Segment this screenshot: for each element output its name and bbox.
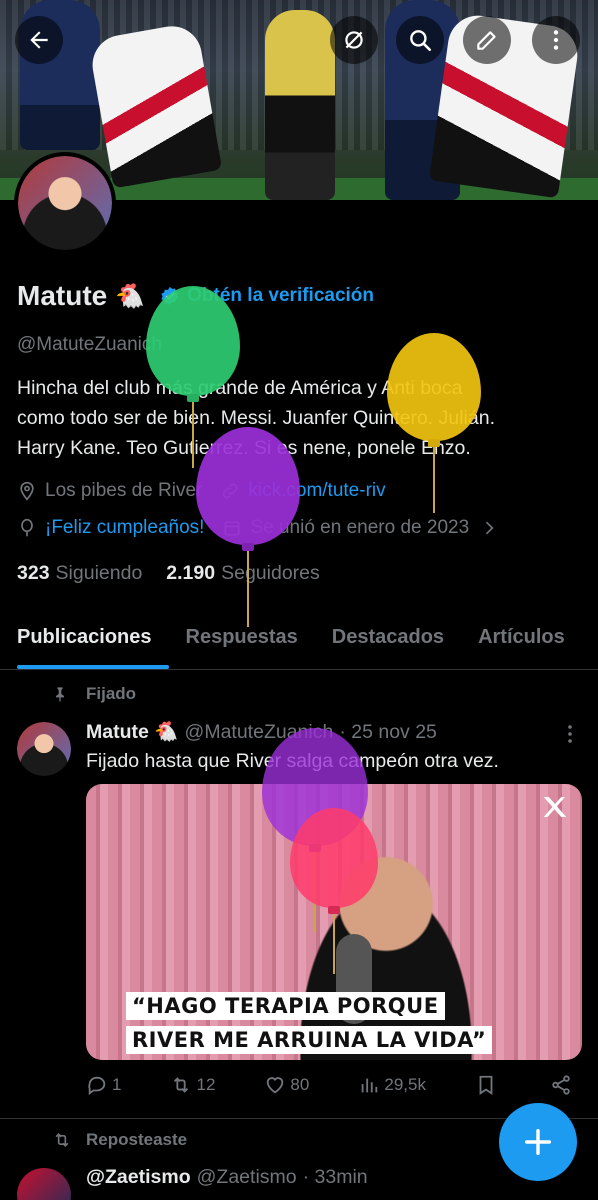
balloon-string <box>247 551 249 627</box>
tab-destacados[interactable]: Destacados <box>315 610 461 669</box>
balloon-knot <box>242 543 254 551</box>
balloon-string <box>433 447 435 513</box>
post-author-handle[interactable]: @Zaetismo <box>197 1166 297 1189</box>
repost-icon <box>174 1077 189 1093</box>
profile-handle: @MatuteZuanich <box>17 334 162 355</box>
balloon-knot <box>187 394 199 402</box>
bookmark-button[interactable] <box>475 1074 501 1096</box>
share-button[interactable] <box>550 1074 576 1096</box>
post-author-avatar[interactable] <box>17 1168 71 1200</box>
search-button[interactable] <box>396 16 444 64</box>
profile-name: Matute <box>17 280 108 311</box>
balloon-knot <box>328 906 340 914</box>
tab-articulos[interactable]: Artículos <box>461 610 582 669</box>
reply-button[interactable]: 1 <box>86 1074 121 1096</box>
balloon-string <box>192 402 194 468</box>
more-button[interactable] <box>532 16 580 64</box>
post-more-icon[interactable] <box>560 722 580 746</box>
post-actions: 1 12 80 29,5k <box>86 1074 576 1096</box>
balloon-knot <box>428 439 440 447</box>
tab-publicaciones[interactable]: Publicaciones <box>0 610 169 669</box>
pin-icon <box>56 687 64 702</box>
pinned-indicator: Fijado <box>52 684 136 704</box>
post-author-name[interactable]: @Zaetismo <box>86 1166 191 1189</box>
balloon-body <box>146 286 240 396</box>
bookmark-icon <box>479 1075 493 1095</box>
avatar-image <box>18 156 112 250</box>
balloon-icon <box>21 518 33 537</box>
media-caption-line2: RIVER ME ARRUINA LA VIDA” <box>126 1026 493 1054</box>
repost-label: Reposteaste <box>86 1130 188 1149</box>
search-icon <box>410 30 432 52</box>
reply-count: 1 <box>112 1075 122 1094</box>
balloon-body <box>387 333 481 441</box>
edit-button[interactable] <box>463 16 511 64</box>
following-label[interactable]: Siguiendo <box>56 562 143 585</box>
avatar-image <box>17 722 71 776</box>
following-count[interactable]: 323 <box>17 562 50 585</box>
media-caption-line1: “HAGO TERAPIA PORQUE <box>126 992 445 1020</box>
repost-count: 12 <box>196 1075 216 1094</box>
repost-indicator: Reposteaste <box>52 1130 187 1150</box>
post-header: Matute 🐔 @MatuteZuanich · 25 nov 25 <box>86 720 437 744</box>
post-author-name[interactable]: Matute 🐔 <box>86 720 179 744</box>
views-button[interactable]: 29,5k <box>358 1074 426 1096</box>
profile-tabs: Publicaciones Respuestas Destacados Artí… <box>0 610 598 670</box>
profile-avatar[interactable] <box>14 152 116 254</box>
pinned-label: Fijado <box>86 684 137 703</box>
location-text: Los pibes de River <box>45 480 203 501</box>
birthday[interactable]: ¡Feliz cumpleaños! <box>17 517 204 539</box>
birthday-text[interactable]: ¡Feliz cumpleaños! <box>45 517 204 539</box>
chevron-right-icon <box>486 521 494 535</box>
name-emoji: 🐔 <box>115 282 146 310</box>
views-bar-chart-icon <box>362 1078 378 1093</box>
views-count: 29,5k <box>384 1075 426 1094</box>
like-button[interactable]: 80 <box>264 1074 309 1096</box>
post-time: · 33min <box>302 1166 368 1188</box>
repost-icon <box>55 1132 69 1148</box>
bio-line: como todo ser de bien. Messi. Juanfer Qu… <box>17 407 495 429</box>
tab-respuestas[interactable]: Respuestas <box>169 610 315 669</box>
location-pin-icon <box>20 481 34 501</box>
sync-off-button[interactable] <box>330 16 378 64</box>
followers-label[interactable]: Seguidores <box>221 562 320 585</box>
balloon-body <box>290 808 378 908</box>
repost-button[interactable]: 12 <box>170 1074 215 1096</box>
post-date: · 25 nov 25 <box>339 720 437 743</box>
reply-icon <box>88 1076 106 1096</box>
balloon-string <box>333 914 335 974</box>
bio-line: Harry Kane. Teo Gutierrez. Si es nene, p… <box>17 437 471 459</box>
post-header: @Zaetismo @Zaetismo · 33min <box>86 1166 368 1189</box>
more-vertical-icon <box>553 30 559 50</box>
back-button[interactable] <box>15 16 63 64</box>
followers-count[interactable]: 2.190 <box>166 562 215 585</box>
arrow-left-icon <box>30 31 48 49</box>
post-author-avatar[interactable] <box>17 722 71 776</box>
compose-post-button[interactable] <box>499 1103 577 1181</box>
edit-icon <box>477 31 496 50</box>
banner-referee <box>265 10 335 200</box>
share-icon <box>552 1075 570 1095</box>
location: Los pibes de River <box>17 480 202 502</box>
plus-icon <box>524 1128 552 1156</box>
bio-line: Hincha del club más grande de América y … <box>17 377 463 399</box>
sync-off-icon <box>345 31 363 49</box>
like-count: 80 <box>290 1075 310 1094</box>
heart-icon <box>267 1077 284 1094</box>
balloon-body <box>196 427 300 545</box>
profile-bio: Hincha del club más grande de América y … <box>17 373 577 463</box>
follow-stats: 323 Siguiendo 2.190 Seguidores <box>17 562 344 585</box>
x-logo-icon <box>543 797 567 817</box>
